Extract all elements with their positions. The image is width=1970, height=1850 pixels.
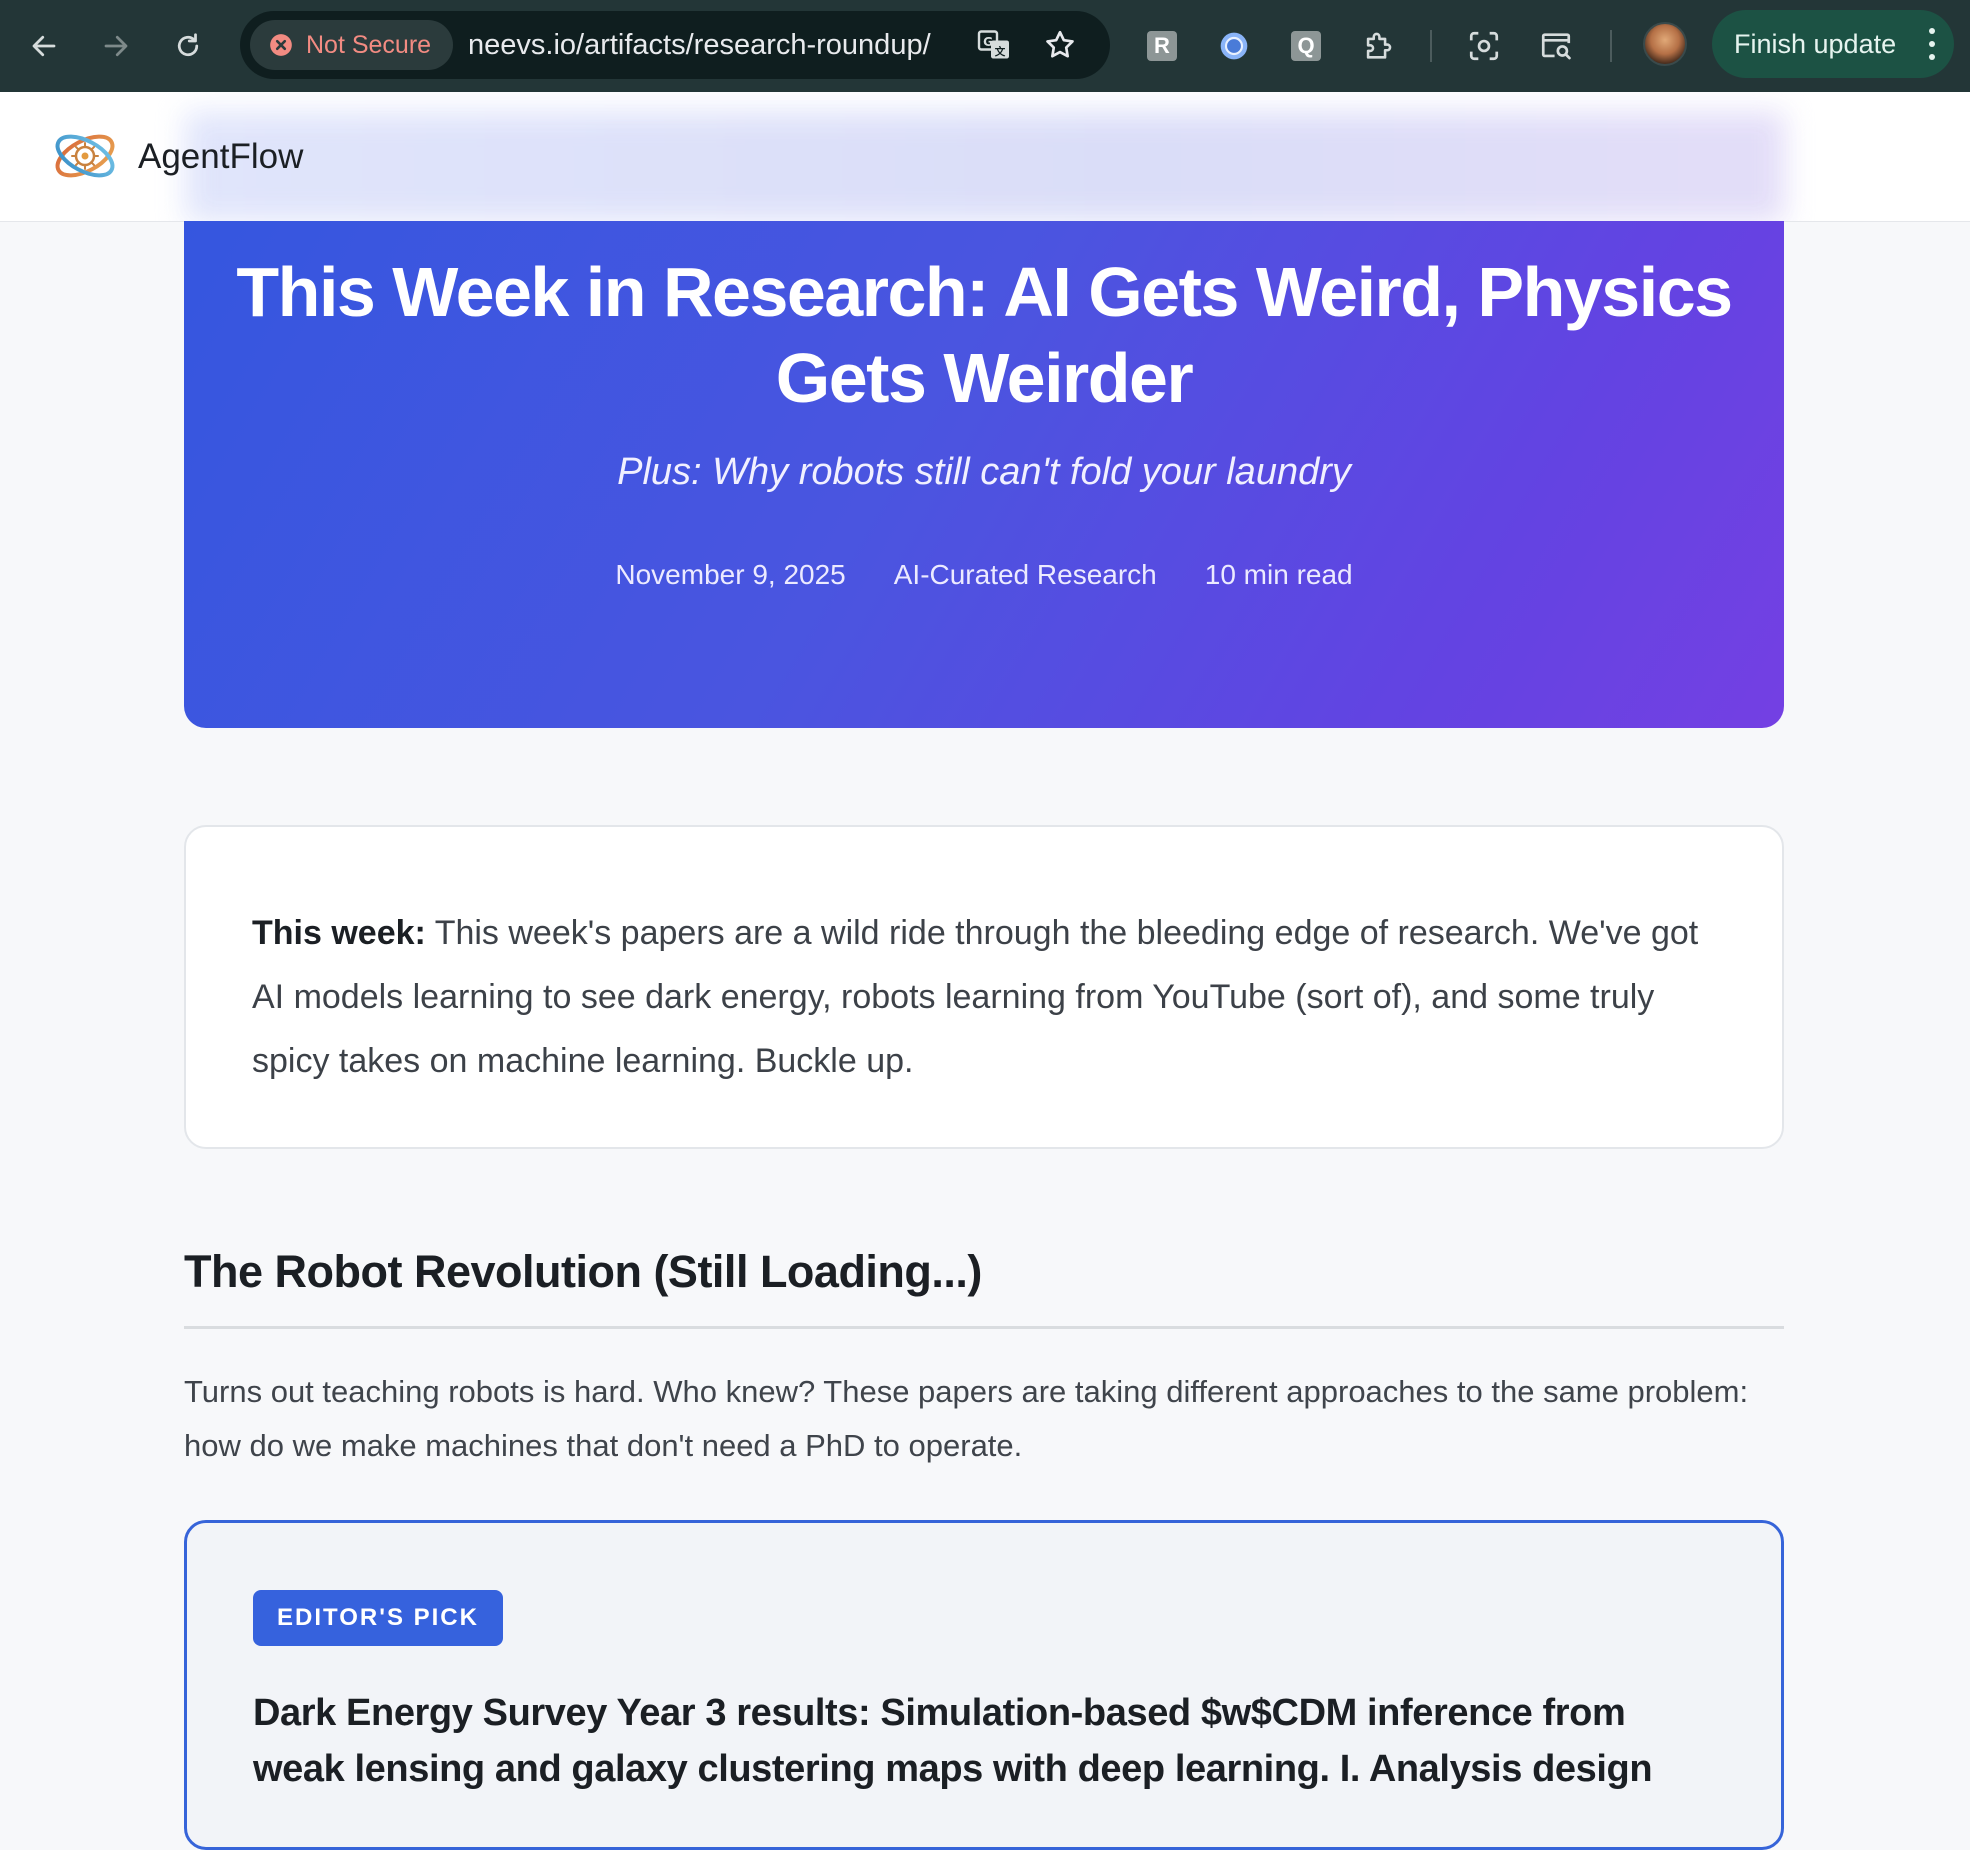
brand-name[interactable]: AgentFlow [138, 92, 303, 221]
arrow-left-icon [32, 35, 56, 57]
article-category: AI-Curated Research [893, 559, 1157, 590]
warning-circle-icon [270, 34, 292, 56]
search-page-icon [1541, 33, 1571, 60]
extension-circle-button[interactable] [1212, 24, 1256, 68]
reload-icon [177, 33, 199, 57]
screenshot-button[interactable] [1462, 24, 1506, 68]
paper-card[interactable]: EDITOR'S PICK Dark Energy Survey Year 3 … [184, 1520, 1784, 1850]
browser-toolbar: Not Secure neevs.io/artifacts/research-r… [0, 0, 1970, 92]
section-intro: Turns out teaching robots is hard. Who k… [184, 1374, 1749, 1463]
svg-text:G: G [983, 35, 993, 49]
hero-banner: This Week in Research: AI Gets Weird, Ph… [184, 221, 1784, 728]
paper-title[interactable]: Dark Energy Survey Year 3 results: Simul… [253, 1685, 1661, 1797]
security-chip[interactable]: Not Secure [250, 20, 454, 70]
back-button[interactable] [20, 22, 68, 70]
finish-update-button[interactable]: Finish update [1712, 10, 1954, 78]
section-divider [184, 1326, 1784, 1329]
extension-q-button[interactable]: Q [1284, 24, 1328, 68]
publish-date: November 9, 2025 [615, 559, 846, 590]
security-label: Not Secure [306, 30, 432, 59]
puzzle-icon [1366, 32, 1392, 59]
read-time: 10 min read [1204, 559, 1353, 590]
finish-update-label: Finish update [1734, 28, 1897, 59]
search-page-button[interactable] [1534, 24, 1578, 68]
header-glow [185, 112, 1785, 221]
more-menu-icon [1928, 28, 1936, 60]
translate-button[interactable]: G文 [974, 25, 1014, 65]
svg-text:文: 文 [994, 45, 1006, 58]
translate-icon: G文 [977, 30, 1009, 59]
address-bar[interactable]: Not Secure neevs.io/artifacts/research-r… [240, 11, 1110, 79]
site-header: AgentFlow [0, 92, 1970, 222]
summary-card: This week: This week's papers are a wild… [184, 825, 1784, 1149]
agentflow-logo-icon[interactable] [50, 124, 120, 188]
summary-lead: This week: [252, 914, 426, 952]
article-meta: November 9, 2025 AI-Curated Research 10 … [184, 559, 1784, 591]
extensions-button[interactable] [1356, 24, 1400, 68]
forward-button[interactable] [92, 22, 140, 70]
extension-r-button[interactable]: R [1140, 24, 1184, 68]
extension-r-icon: R [1147, 31, 1177, 61]
summary-body: This week's papers are a wild ride throu… [252, 914, 1699, 1080]
arrow-right-icon [104, 35, 128, 57]
url-text[interactable]: neevs.io/artifacts/research-roundup/ [468, 11, 931, 79]
extension-q-icon: Q [1291, 31, 1321, 61]
reload-button[interactable] [164, 22, 212, 70]
article-title: This Week in Research: AI Gets Weird, Ph… [236, 253, 1733, 417]
article-subtitle: Plus: Why robots still can't fold your l… [617, 451, 1351, 493]
screen-capture-icon [1469, 31, 1499, 61]
circle-extension-icon [1220, 32, 1248, 60]
bookmark-button[interactable] [1040, 25, 1080, 65]
toolbar-divider [1430, 30, 1432, 62]
editors-pick-badge: EDITOR'S PICK [253, 1590, 503, 1646]
section-heading: The Robot Revolution (Still Loading...) [184, 1246, 982, 1297]
profile-avatar[interactable] [1643, 22, 1687, 66]
summary-text: This week: This week's papers are a wild… [252, 901, 1702, 1093]
star-icon [1046, 30, 1074, 58]
toolbar-divider [1610, 30, 1612, 62]
